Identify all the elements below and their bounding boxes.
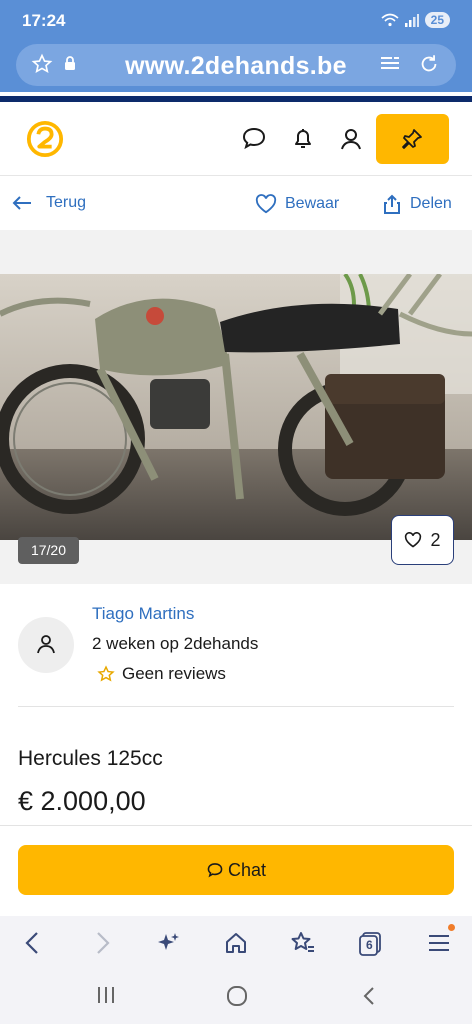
notification-dot xyxy=(448,924,455,931)
heart-icon xyxy=(405,532,422,548)
user-icon xyxy=(37,635,55,654)
seller-name-link[interactable]: Tiago Martins xyxy=(92,604,194,624)
site-header xyxy=(0,104,472,176)
tabs-icon[interactable]: 6 xyxy=(357,930,383,956)
save-label: Bewaar xyxy=(285,195,340,212)
message-icon[interactable] xyxy=(241,126,267,152)
divider xyxy=(18,706,454,707)
favorite-count: 2 xyxy=(430,529,441,550)
signal-icon xyxy=(404,13,419,27)
share-label: Delen xyxy=(410,195,452,212)
listing-photo[interactable] xyxy=(0,274,472,540)
battery-indicator: 25 xyxy=(424,12,450,28)
url-bar[interactable]: www.2dehands.be xyxy=(16,44,456,86)
listing-price: € 2.000,00 xyxy=(18,786,146,816)
back-icon[interactable] xyxy=(20,930,46,956)
chat-area: Chat xyxy=(0,826,472,916)
reviews-label: Geen reviews xyxy=(122,664,226,683)
home-icon[interactable] xyxy=(223,930,249,956)
back-label: Terug xyxy=(46,194,87,211)
message-icon xyxy=(207,862,223,877)
seller-member-since: 2 weken op 2dehands xyxy=(92,634,259,653)
share-button[interactable]: Delen xyxy=(384,194,452,214)
bell-icon[interactable] xyxy=(290,126,316,152)
chat-label: Chat xyxy=(227,859,267,880)
reader-icon[interactable] xyxy=(380,55,400,73)
status-bar: 17:24 25 xyxy=(0,0,472,40)
sparkle-icon[interactable] xyxy=(156,930,182,956)
back-link[interactable]: Terug xyxy=(12,194,86,212)
seller-reviews[interactable]: Geen reviews xyxy=(97,664,226,684)
favorite-button[interactable]: 2 xyxy=(391,515,454,565)
status-time: 17:24 xyxy=(22,11,66,30)
logo-icon[interactable] xyxy=(26,120,64,158)
listing-title: Hercules 125cc xyxy=(18,747,163,770)
arrow-left-icon xyxy=(12,196,31,210)
recent-apps-icon[interactable] xyxy=(96,986,116,1004)
chat-button[interactable]: Chat xyxy=(18,845,454,895)
share-icon xyxy=(384,194,400,214)
tab-count: 6 xyxy=(366,938,373,952)
listing-action-bar: Terug Bewaar Delen xyxy=(0,176,472,230)
bookmarks-icon[interactable] xyxy=(290,930,316,956)
seller-info: Tiago Martins 2 weken op 2dehands Geen r… xyxy=(0,584,472,706)
forward-icon[interactable] xyxy=(89,930,115,956)
avatar[interactable] xyxy=(18,617,74,673)
user-icon[interactable] xyxy=(338,126,364,152)
star-icon xyxy=(97,665,115,682)
heart-icon xyxy=(255,194,277,214)
save-button[interactable]: Bewaar xyxy=(255,194,339,214)
place-ad-button[interactable] xyxy=(376,114,449,164)
photo-counter: 17/20 xyxy=(18,537,79,564)
menu-icon[interactable] xyxy=(426,930,452,956)
browser-toolbar: 6 xyxy=(0,916,472,1024)
wifi-icon xyxy=(381,13,399,27)
motorcycle-image xyxy=(0,274,472,540)
pin-icon xyxy=(402,129,422,149)
brand-divider xyxy=(0,96,472,102)
back-nav-icon[interactable] xyxy=(362,986,376,1006)
reload-icon[interactable] xyxy=(418,53,440,75)
home-nav-icon[interactable] xyxy=(226,986,248,1006)
status-icons: 25 xyxy=(381,12,450,28)
gallery-top-spacer xyxy=(0,230,472,274)
